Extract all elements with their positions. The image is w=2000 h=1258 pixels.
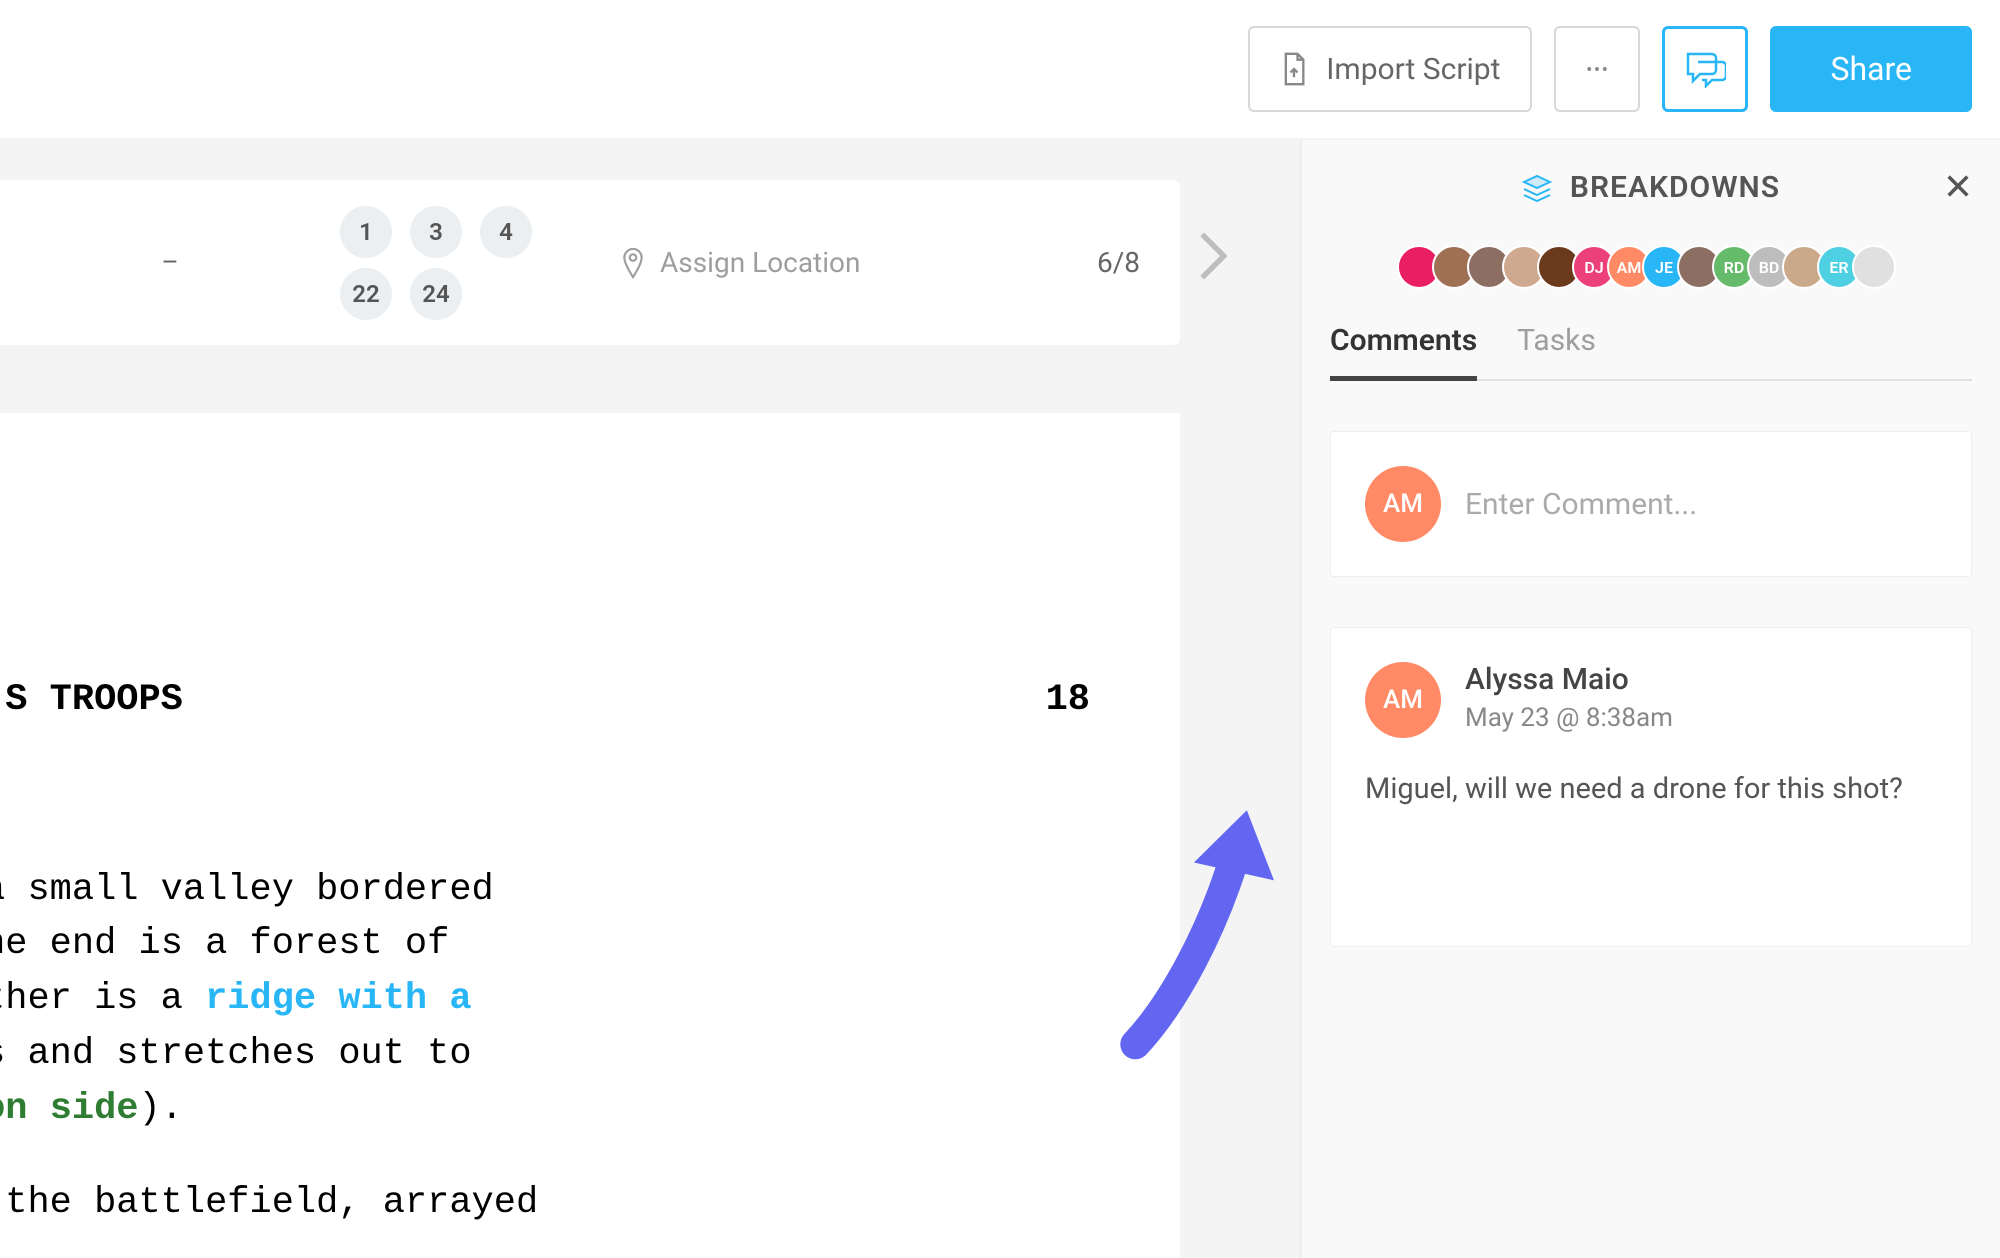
comment-input-card: AM Enter Comment... bbox=[1330, 431, 1972, 577]
tag-green: Bolton side bbox=[0, 1088, 139, 1130]
location-pin-icon bbox=[620, 246, 646, 280]
current-user-avatar: AM bbox=[1365, 466, 1441, 542]
assign-location-button[interactable]: Assign Location bbox=[620, 246, 860, 280]
assign-location-label: Assign Location bbox=[660, 246, 860, 279]
scene-chip[interactable]: 22 bbox=[340, 268, 392, 320]
close-panel-button[interactable] bbox=[1944, 167, 1972, 209]
tab-tasks[interactable]: Tasks bbox=[1517, 323, 1596, 379]
script-page: TTLEFIELD - JON'S TROOPS 18 tards begins… bbox=[0, 413, 1180, 1258]
comment-date: May 23 @ 8:38am bbox=[1465, 703, 1673, 733]
tag-cyan: ridge with a bbox=[205, 978, 471, 1020]
top-toolbar: Import Script Share bbox=[0, 0, 2000, 140]
scene-chip-list: 1 3 4 22 24 bbox=[340, 206, 540, 320]
script-text: . At one end is a forest of bbox=[0, 923, 449, 965]
script-text: that plateaus and stretches out to bbox=[0, 1033, 472, 1075]
scene-bar: – 1 3 4 22 24 Assign Location 6/8 bbox=[0, 180, 1180, 345]
next-scene-button[interactable] bbox=[1196, 229, 1230, 296]
share-label: Share bbox=[1830, 50, 1912, 88]
comment-card: AM Alyssa Maio May 23 @ 8:38am Miguel, w… bbox=[1330, 627, 1972, 947]
slugline-text: TTLEFIELD - JON'S TROOPS bbox=[0, 673, 183, 728]
chevron-right-icon bbox=[1196, 229, 1230, 283]
main-area: – 1 3 4 22 24 Assign Location 6/8 TTLEFI… bbox=[0, 140, 1300, 1258]
chat-icon bbox=[1684, 50, 1726, 88]
chat-button[interactable] bbox=[1662, 26, 1748, 112]
comment-author: Alyssa Maio bbox=[1465, 662, 1673, 697]
more-button[interactable] bbox=[1554, 26, 1640, 112]
comment-input[interactable]: Enter Comment... bbox=[1465, 487, 1697, 522]
scene-chip[interactable]: 1 bbox=[340, 206, 392, 258]
panel-header: BREAKDOWNS bbox=[1330, 170, 1972, 223]
tab-comments[interactable]: Comments bbox=[1330, 323, 1477, 381]
close-icon bbox=[1944, 172, 1972, 200]
page-indicator: 6/8 bbox=[1097, 246, 1140, 279]
scene-chip[interactable]: 24 bbox=[410, 268, 462, 320]
script-text: on their end of the battlefield, arrayed bbox=[0, 1182, 538, 1224]
slugline-number: 18 bbox=[1046, 673, 1090, 728]
document-upload-icon bbox=[1280, 51, 1308, 87]
script-text: ). bbox=[139, 1088, 183, 1130]
import-script-label: Import Script bbox=[1326, 52, 1500, 87]
import-script-button[interactable]: Import Script bbox=[1248, 26, 1532, 112]
comment-body: Miguel, will we need a drone for this sh… bbox=[1365, 768, 1937, 812]
scene-chip[interactable]: 3 bbox=[410, 206, 462, 258]
panel-tabs: Comments Tasks bbox=[1330, 323, 1972, 381]
script-text: side). At the other is a bbox=[0, 978, 205, 1020]
scene-dash: – bbox=[0, 248, 340, 278]
dots-horizontal-icon bbox=[1586, 64, 1608, 74]
layers-icon bbox=[1522, 174, 1552, 202]
script-text: out 400m long, a small valley bordered bbox=[0, 869, 494, 911]
team-avatars: DJAMJERDBDER bbox=[1330, 245, 1972, 289]
comment-author-avatar: AM bbox=[1365, 662, 1441, 738]
panel-title: BREAKDOWNS bbox=[1570, 170, 1780, 205]
team-avatar[interactable] bbox=[1852, 245, 1896, 289]
breakdowns-panel: BREAKDOWNS DJAMJERDBDER Comments Tasks A… bbox=[1300, 140, 2000, 1258]
scene-chip[interactable]: 4 bbox=[480, 206, 532, 258]
share-button[interactable]: Share bbox=[1770, 26, 1972, 112]
